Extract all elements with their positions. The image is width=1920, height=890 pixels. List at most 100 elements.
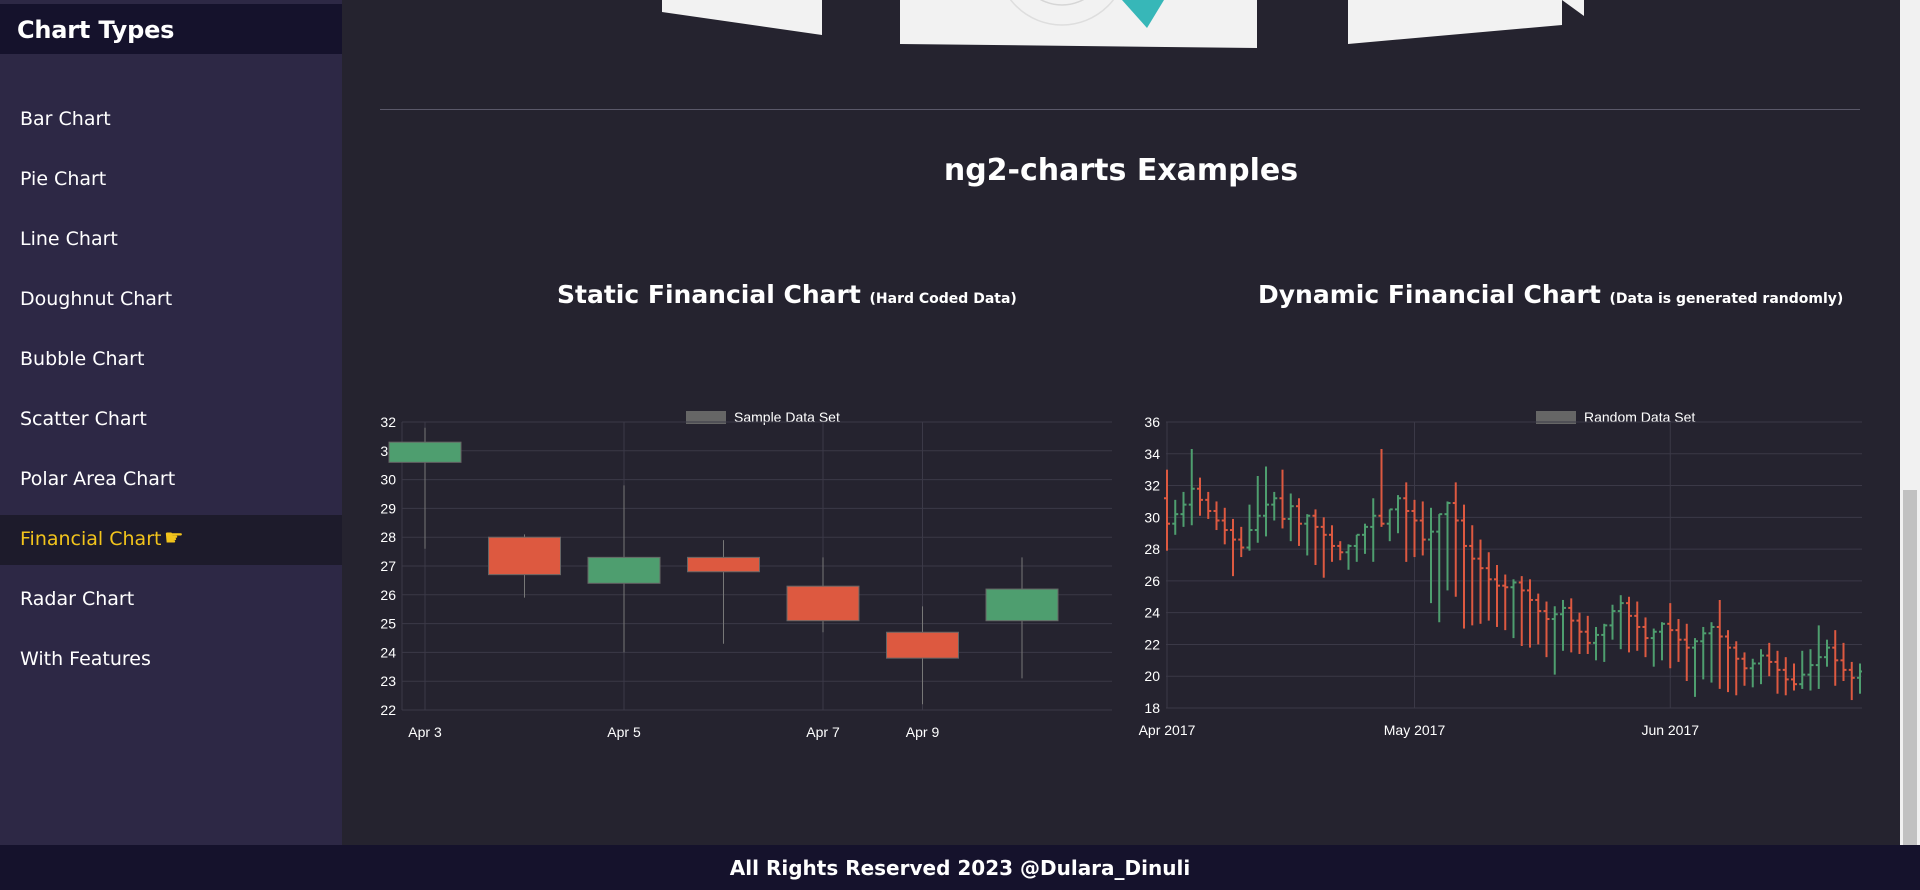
ohlc-bar <box>1659 622 1665 661</box>
sidebar-item-line-chart[interactable]: Line Chart <box>0 215 342 265</box>
y-tick-label: 30 <box>1144 509 1160 525</box>
bar-chart-thumbnail <box>662 0 822 35</box>
sidebar-item-radar-chart[interactable]: Radar Chart <box>0 575 342 625</box>
sidebar-item-bubble-chart[interactable]: Bubble Chart <box>0 335 342 385</box>
scrollbar-thumb[interactable] <box>1903 490 1917 845</box>
y-tick-label: 26 <box>380 587 396 603</box>
ohlc-bar <box>1221 507 1228 545</box>
static-chart-subtitle: (Hard Coded Data) <box>869 291 1017 307</box>
static-chart-heading: Static Financial Chart (Hard Coded Data) <box>557 280 1017 309</box>
sidebar-item-pie-chart[interactable]: Pie Chart <box>0 155 342 205</box>
ohlc-bar <box>1518 576 1525 647</box>
y-tick-label: 25 <box>380 616 396 632</box>
y-tick-label: 18 <box>1144 700 1160 716</box>
x-tick-label: Apr 7 <box>806 724 840 740</box>
y-tick-label: 22 <box>1144 636 1160 652</box>
ohlc-bar <box>1263 466 1269 537</box>
ohlc-bar <box>1395 495 1401 534</box>
ohlc-bar <box>1345 544 1352 570</box>
x-tick-label: Jun 2017 <box>1641 722 1699 738</box>
main-content: ng2-charts Examples Static Financial Cha… <box>342 0 1900 845</box>
pointing-hand-icon: ☛ <box>164 526 184 551</box>
ohlc-bar <box>1848 661 1855 701</box>
y-tick-label: 28 <box>1144 541 1160 557</box>
sidebar-item-label: Polar Area Chart <box>20 468 176 490</box>
ohlc-bar <box>1799 650 1806 689</box>
y-tick-label: 27 <box>380 558 396 574</box>
sidebar-title: Chart Types <box>17 16 175 44</box>
x-tick-label: Apr 5 <box>607 724 641 740</box>
ohlc-bar <box>1337 541 1344 561</box>
ohlc-bar <box>1246 504 1253 551</box>
ohlc-bar <box>1419 501 1426 556</box>
y-tick-label: 36 <box>1144 414 1160 430</box>
static-chart-title: Static Financial Chart <box>557 280 861 309</box>
sidebar-item-scatter-chart[interactable]: Scatter Chart <box>0 395 342 445</box>
ohlc-bar <box>1741 652 1748 686</box>
y-tick-label: 22 <box>380 702 396 718</box>
ohlc-bar <box>1642 617 1649 658</box>
ohlc-bar <box>1700 626 1707 680</box>
candle <box>687 556 760 573</box>
ohlc-bar <box>1230 518 1236 577</box>
ohlc-bar <box>1791 663 1797 691</box>
sidebar-item-label: Scatter Chart <box>20 408 147 430</box>
ohlc-bar <box>1370 498 1377 562</box>
ohlc-bar <box>1708 622 1715 683</box>
sidebar-item-label: With Features <box>20 648 151 670</box>
y-tick-label: 32 <box>1144 478 1160 494</box>
ohlc-bar <box>1452 482 1459 597</box>
sidebar-item-with-features[interactable]: With Features <box>0 635 342 685</box>
chart-preview-thumbnails <box>662 0 1584 48</box>
ohlc-bar <box>1469 525 1476 626</box>
x-tick-label: Apr 2017 <box>1139 722 1196 738</box>
ohlc-bar <box>1774 650 1781 694</box>
ohlc-bar <box>1461 504 1467 629</box>
y-tick-label: 24 <box>380 644 396 660</box>
y-tick-label: 20 <box>1144 668 1160 684</box>
ohlc-bar <box>1824 639 1830 667</box>
sidebar-item-doughnut-chart[interactable]: Doughnut Chart <box>0 275 342 325</box>
ohlc-bar <box>1593 626 1599 661</box>
ohlc-bar <box>1807 649 1814 691</box>
section-divider <box>380 109 1860 110</box>
ohlc-bar <box>1205 491 1212 519</box>
candle <box>786 585 860 622</box>
sidebar-item-bar-chart[interactable]: Bar Chart <box>0 95 342 145</box>
static-financial-chart[interactable]: Sample Data Set2223242526272829303132Apr… <box>380 380 1115 750</box>
sidebar-item-label: Bubble Chart <box>20 348 145 370</box>
ohlc-bar <box>1576 612 1583 654</box>
legend-label: Random Data Set <box>1584 409 1695 425</box>
y-tick-label: 34 <box>1144 446 1160 462</box>
footer: All Rights Reserved 2023 @Dulara_Dinuli <box>0 845 1920 890</box>
candle <box>886 631 959 659</box>
dynamic-financial-chart[interactable]: Random Data Set 18 20 22 24 26 28 30 32 34 36 Apr 2… <box>1122 380 1862 750</box>
ohlc-bar <box>1477 539 1484 624</box>
ohlc-bar <box>1840 642 1847 681</box>
ohlc-bar <box>1353 533 1360 562</box>
ohlc-bar <box>1238 526 1245 558</box>
ohlc-bar <box>1329 525 1335 562</box>
ohlc-bar <box>1617 595 1624 650</box>
sidebar-item-financial-chart[interactable]: Financial Chart ☛ <box>0 515 342 565</box>
ohlc-bar <box>1733 641 1740 696</box>
ohlc-bar <box>1444 501 1451 591</box>
candle <box>388 441 462 463</box>
x-tick-label: Apr 3 <box>408 724 442 740</box>
ohlc-bar <box>1650 628 1657 667</box>
ohlc-bar <box>1436 513 1443 623</box>
ohlc-bar <box>1180 491 1187 527</box>
ohlc-bar <box>1510 579 1517 639</box>
legend-label: Sample Data Set <box>734 409 840 425</box>
vertical-scrollbar[interactable] <box>1900 0 1920 845</box>
ohlc-bar <box>1601 623 1608 662</box>
ohlc-bar <box>1213 501 1220 531</box>
ohlc-bar <box>1197 477 1203 516</box>
sidebar-item-polar-area-chart[interactable]: Polar Area Chart <box>0 455 342 505</box>
radar-chart-thumbnail <box>1348 0 1562 44</box>
ohlc-bar <box>1584 615 1591 654</box>
ohlc-bar <box>1296 498 1302 546</box>
candle <box>985 588 1059 622</box>
x-tick-label: Apr 9 <box>906 724 940 740</box>
ohlc-bar <box>1271 491 1278 521</box>
